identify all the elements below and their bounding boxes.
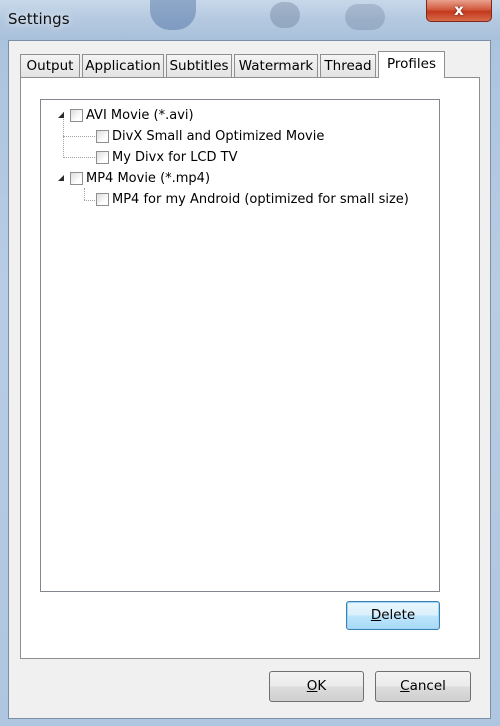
tab-label: Application bbox=[85, 58, 161, 74]
dialog-client-area: Output Application Subtitles Watermark T… bbox=[8, 40, 491, 719]
tab-label: Thread bbox=[324, 58, 372, 74]
collapse-arrow-icon[interactable] bbox=[58, 174, 65, 182]
profiles-tree[interactable]: AVI Movie (*.avi) DivX Small and Optimiz… bbox=[40, 99, 440, 592]
tree-node-label: My Divx for LCD TV bbox=[112, 149, 238, 165]
checkbox[interactable] bbox=[70, 108, 83, 122]
window-title: Settings bbox=[8, 10, 70, 28]
checkbox[interactable] bbox=[96, 150, 109, 164]
tab-label: Watermark bbox=[238, 58, 314, 74]
collapse-arrow-icon[interactable] bbox=[58, 111, 65, 119]
tree-node-label: AVI Movie (*.avi) bbox=[86, 107, 194, 123]
tab-label: Profiles bbox=[386, 56, 436, 72]
accelerator-key: C bbox=[400, 678, 410, 694]
tree-node-mp4-android[interactable]: MP4 for my Android (optimized for small … bbox=[96, 190, 409, 208]
button-label: K bbox=[317, 678, 327, 694]
tree-node-my-divx[interactable]: My Divx for LCD TV bbox=[96, 148, 238, 166]
ok-button[interactable]: OK bbox=[269, 671, 364, 702]
tree-node-label: MP4 for my Android (optimized for small … bbox=[112, 191, 409, 207]
background-decoration bbox=[345, 4, 385, 30]
tree-node-label: DivX Small and Optimized Movie bbox=[112, 128, 325, 144]
accelerator-key: D bbox=[370, 607, 382, 623]
checkbox[interactable] bbox=[70, 171, 83, 185]
button-label: elete bbox=[381, 607, 416, 623]
cancel-button[interactable]: Cancel bbox=[375, 671, 471, 702]
title-bar: Settings x bbox=[0, 0, 500, 40]
delete-button[interactable]: Delete bbox=[346, 601, 440, 630]
tab-output[interactable]: Output bbox=[20, 54, 80, 77]
tab-label: Output bbox=[26, 58, 74, 74]
button-label: ancel bbox=[409, 678, 446, 694]
tree-node-divx-small[interactable]: DivX Small and Optimized Movie bbox=[96, 127, 324, 145]
tab-thread[interactable]: Thread bbox=[320, 54, 376, 77]
background-decoration bbox=[150, 0, 196, 30]
tab-label: Subtitles bbox=[169, 58, 229, 74]
tree-node-avi[interactable]: AVI Movie (*.avi) bbox=[58, 106, 194, 124]
close-button[interactable]: x bbox=[426, 0, 492, 22]
close-icon: x bbox=[454, 1, 464, 19]
background-decoration bbox=[270, 2, 300, 28]
tab-subtitles[interactable]: Subtitles bbox=[166, 54, 232, 77]
tree-node-label: MP4 Movie (*.mp4) bbox=[86, 170, 211, 186]
checkbox[interactable] bbox=[96, 192, 109, 206]
tab-watermark[interactable]: Watermark bbox=[234, 54, 318, 77]
checkbox[interactable] bbox=[96, 129, 109, 143]
tree-line bbox=[63, 157, 95, 158]
tree-line bbox=[84, 188, 85, 200]
tab-profiles[interactable]: Profiles bbox=[378, 51, 445, 78]
tree-node-mp4[interactable]: MP4 Movie (*.mp4) bbox=[58, 169, 210, 187]
accelerator-key: O bbox=[306, 678, 318, 694]
tree-line bbox=[84, 200, 95, 201]
tab-application[interactable]: Application bbox=[82, 54, 164, 77]
tree-line bbox=[63, 136, 95, 137]
